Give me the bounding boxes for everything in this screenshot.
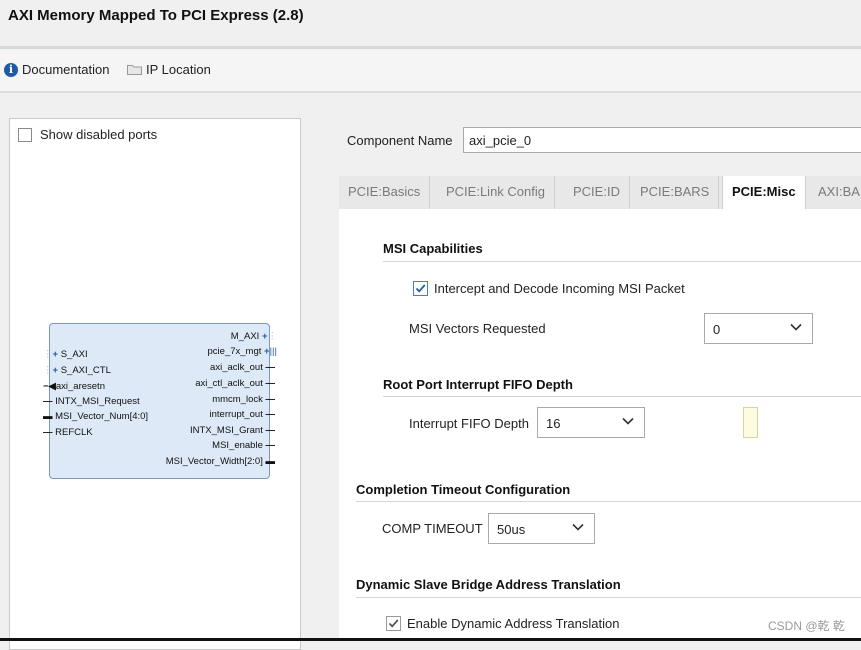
pin-intx-msi-request: — INTX_MSI_Request — [43, 396, 140, 407]
tab-bar: PCIE:Basics PCIE:Link Config PCIE:ID PCI… — [339, 176, 861, 210]
chevron-down-icon — [572, 523, 584, 531]
checkmark-icon — [415, 284, 426, 293]
section-divider — [383, 261, 861, 262]
checkbox-unchecked[interactable] — [18, 127, 32, 142]
intercept-msi-label: Intercept and Decode Incoming MSI Packet — [434, 281, 685, 296]
chevron-down-icon — [790, 323, 802, 331]
enable-dynamic-translation-row[interactable]: Enable Dynamic Address Translation — [386, 616, 619, 631]
pin-axi-ctl-aclk-out: axi_ctl_aclk_out — — [195, 378, 275, 389]
pin-refclk: — REFCLK — [43, 427, 93, 438]
folder-icon — [127, 65, 142, 75]
pin-s-axi-ctl: ⋮+ S_AXI_CTL — [43, 365, 111, 376]
watermark: CSDN @乾 乾 — [768, 619, 845, 633]
toolbar-separator — [0, 91, 861, 93]
comp-timeout-select[interactable]: 50us — [488, 513, 595, 544]
window-title: AXI Memory Mapped To PCI Express (2.8) — [8, 7, 304, 24]
section-divider — [383, 396, 861, 397]
pin-pcie-7x-mgt: pcie_7x_mgt +||| — [207, 346, 277, 357]
tab-pcie-basics[interactable]: PCIE:Basics — [339, 176, 431, 209]
section-completion-timeout: Completion Timeout Configuration — [356, 482, 571, 497]
checkbox-checked[interactable] — [386, 616, 401, 631]
tab-pcie-link-config[interactable]: PCIE:Link Config — [437, 176, 555, 209]
pin-msi-enable: MSI_enable — — [212, 440, 275, 451]
msi-vectors-label: MSI Vectors Requested — [409, 321, 546, 336]
pin-interrupt-out: interrupt_out — — [209, 409, 275, 420]
documentation-link[interactable]: i Documentation — [4, 62, 109, 77]
pin-msi-vector-width: MSI_Vector_Width[2:0] ▬ — [165, 456, 275, 467]
component-name-input[interactable]: axi_pcie_0 — [463, 127, 861, 153]
checkmark-icon — [388, 619, 399, 628]
show-disabled-ports-checkbox[interactable]: Show disabled ports — [18, 127, 157, 142]
tab-axi-bar[interactable]: AXI:BAI — [809, 176, 861, 209]
pin-axi-aresetn: −◀axi_aresetn — [43, 381, 105, 392]
ip-symbol-panel: Show disabled ports ⋮+ S_AXI ⋮+ S_AXI_CT… — [9, 118, 301, 650]
msi-vectors-value: 0 — [713, 322, 721, 337]
comp-timeout-value: 50us — [497, 522, 526, 537]
enable-dynamic-translation-label: Enable Dynamic Address Translation — [407, 616, 620, 631]
title-bar: AXI Memory Mapped To PCI Express (2.8) — [0, 0, 861, 46]
checkbox-checked[interactable] — [413, 281, 428, 296]
section-divider — [356, 501, 861, 502]
section-root-port-fifo: Root Port Interrupt FIFO Depth — [383, 377, 573, 392]
pin-s-axi: ⋮+ S_AXI — [43, 349, 88, 360]
comp-timeout-label: COMP TIMEOUT — [382, 521, 483, 536]
tab-pcie-id[interactable]: PCIE:ID — [564, 176, 630, 209]
tooltip-marker — [743, 407, 758, 438]
pin-axi-aclk-out: axi_aclk_out — — [210, 362, 275, 373]
pin-msi-vector-num: ▬ MSI_Vector_Num[4:0] — [43, 411, 149, 422]
tab-pcie-bars[interactable]: PCIE:BARS — [631, 176, 720, 209]
show-disabled-ports-label: Show disabled ports — [40, 127, 158, 142]
section-divider — [356, 597, 861, 598]
pin-m-axi: M_AXI +⋮ — [230, 331, 277, 342]
info-icon: i — [4, 62, 18, 77]
tab-pcie-misc[interactable]: PCIE:Misc — [722, 176, 806, 210]
chevron-down-icon — [622, 417, 634, 425]
fifo-depth-label: Interrupt FIFO Depth — [409, 416, 529, 431]
msi-vectors-select[interactable]: 0 — [704, 313, 813, 344]
component-name-label: Component Name — [347, 133, 453, 148]
documentation-label: Documentation — [22, 62, 110, 77]
pin-intx-msi-grant: INTX_MSI_Grant — — [190, 425, 275, 436]
ip-location-link[interactable]: IP Location — [127, 62, 211, 77]
ip-block-symbol: ⋮+ S_AXI ⋮+ S_AXI_CTL −◀axi_aresetn — IN… — [43, 323, 277, 479]
section-dynamic-bridge: Dynamic Slave Bridge Address Translation — [356, 577, 621, 592]
fifo-depth-value: 16 — [546, 416, 561, 431]
fifo-depth-select[interactable]: 16 — [537, 407, 645, 438]
section-msi-capabilities: MSI Capabilities — [383, 241, 483, 256]
intercept-msi-checkbox-row[interactable]: Intercept and Decode Incoming MSI Packet — [413, 281, 685, 296]
toolbar: i Documentation IP Location — [0, 49, 861, 91]
ip-location-label: IP Location — [146, 62, 211, 77]
pin-mmcm-lock: mmcm_lock — — [212, 394, 275, 405]
misc-tab-content: MSI Capabilities Intercept and Decode In… — [339, 209, 861, 641]
